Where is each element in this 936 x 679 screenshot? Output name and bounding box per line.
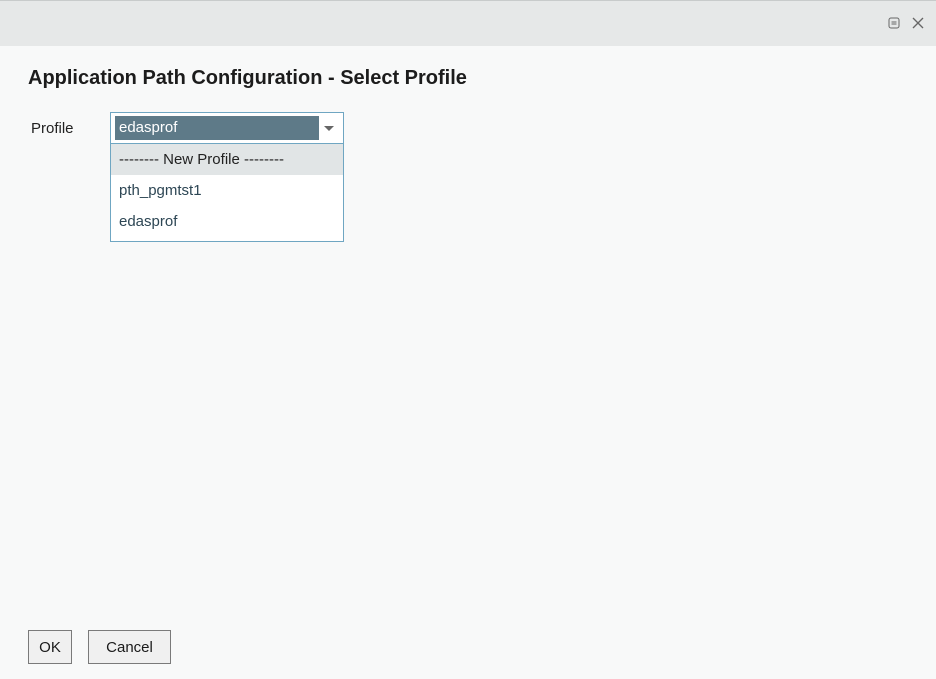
restore-window-icon[interactable] (886, 15, 902, 31)
chevron-down-icon[interactable] (324, 126, 334, 131)
cancel-button[interactable]: Cancel (88, 630, 171, 664)
window-titlebar (0, 0, 936, 46)
profile-dropdown-list: -------- New Profile -------- pth_pgmtst… (110, 144, 344, 242)
dropdown-option-edasprof[interactable]: edasprof (111, 206, 343, 237)
page-title: Application Path Configuration - Select … (28, 67, 467, 89)
ok-button[interactable]: OK (28, 630, 72, 664)
profile-label: Profile (31, 120, 74, 137)
profile-select[interactable]: edasprof (110, 112, 344, 144)
dropdown-option-pth-pgmtst1[interactable]: pth_pgmtst1 (111, 175, 343, 206)
close-icon[interactable] (910, 15, 926, 31)
dropdown-option-new-profile[interactable]: -------- New Profile -------- (111, 144, 343, 175)
profile-select-value: edasprof (115, 116, 319, 140)
